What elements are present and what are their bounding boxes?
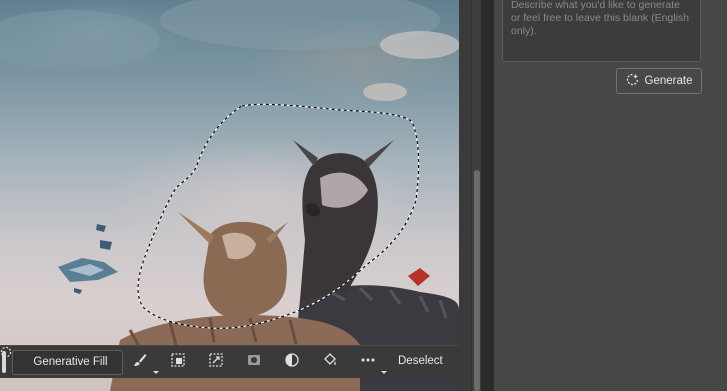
brush-icon[interactable] — [132, 352, 159, 374]
generative-fill-button[interactable]: Generative Fill — [0, 346, 123, 375]
contextual-task-bar: Generative Fill Deselect — [0, 345, 459, 378]
prompt-input[interactable]: Describe what you'd like to generate or … — [502, 0, 701, 62]
debris — [58, 224, 118, 294]
generative-fill-label: Generative Fill — [33, 356, 108, 368]
adjustment-icon[interactable] — [284, 352, 306, 374]
canvas-gutter — [459, 0, 471, 391]
panel-divider — [481, 0, 494, 391]
document-canvas[interactable]: Generative Fill Deselect — [0, 0, 459, 391]
prompt-placeholder: Describe what you'd like to generate or … — [511, 0, 690, 37]
fill-bucket-icon[interactable] — [322, 352, 344, 374]
generate-button[interactable]: Generate — [616, 68, 702, 94]
transform-selection-icon[interactable] — [170, 352, 192, 374]
mask-icon[interactable] — [246, 352, 268, 374]
deselect-button[interactable]: Deselect — [398, 355, 443, 367]
generate-icon — [626, 73, 639, 89]
generate-label: Generate — [644, 75, 693, 87]
scrollbar-thumb[interactable] — [474, 170, 480, 391]
photo-scene — [0, 0, 459, 391]
invert-selection-icon[interactable] — [208, 352, 230, 374]
generative-fill-panel: Describe what you'd like to generate or … — [494, 0, 727, 391]
more-options-icon[interactable] — [360, 352, 387, 374]
